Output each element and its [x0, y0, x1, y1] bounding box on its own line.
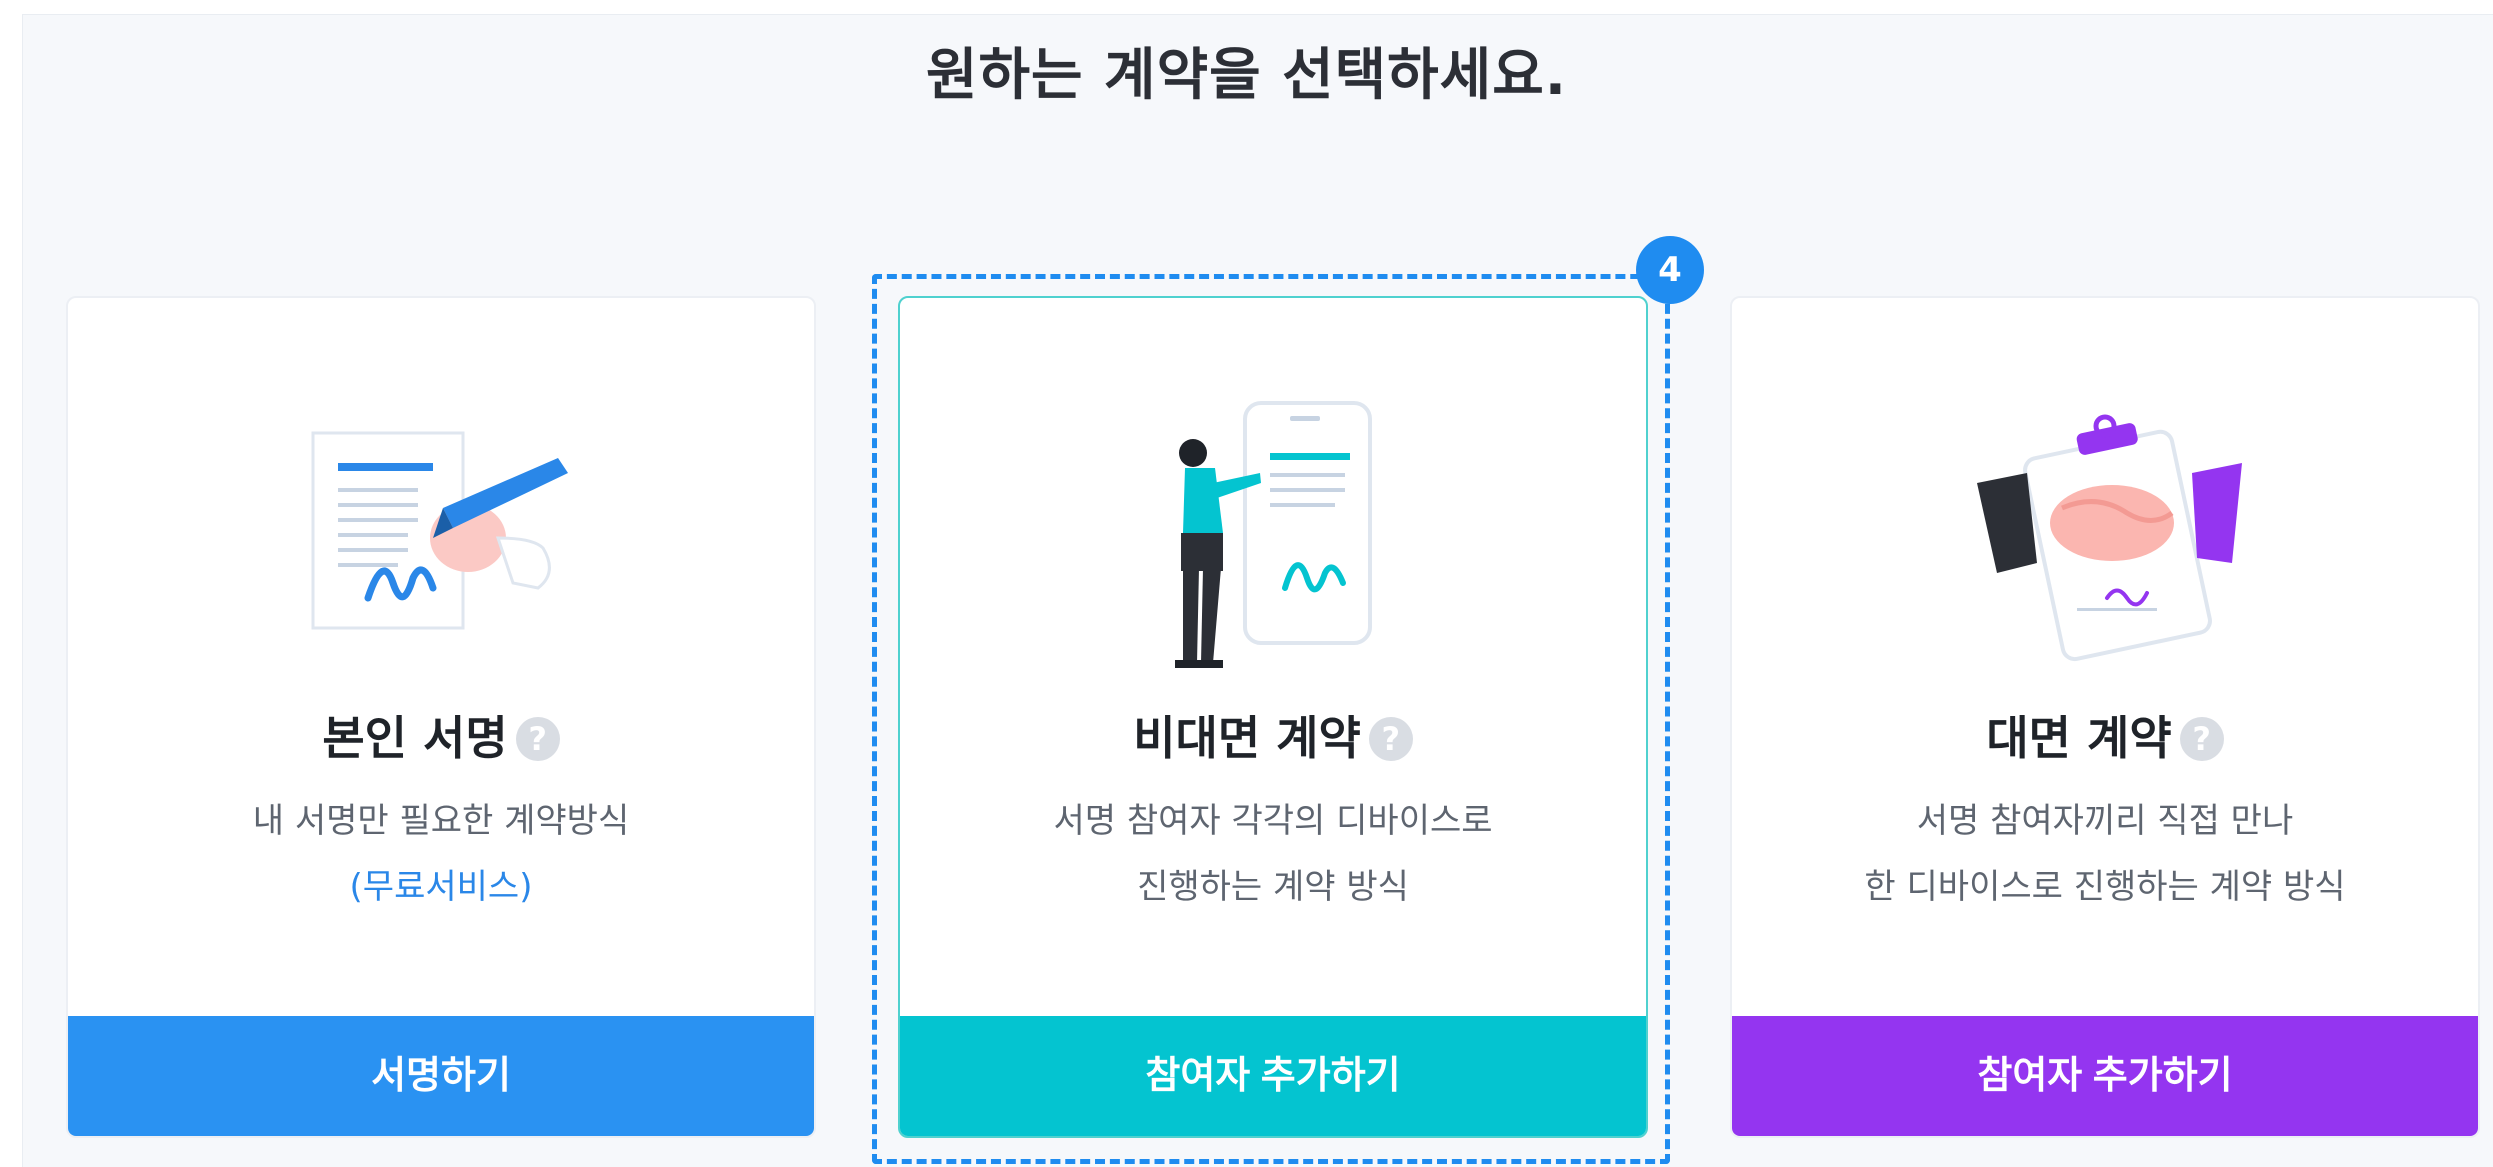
card-in-person-contract[interactable]: 대면 계약? 서명 참여자끼리 직접 만나 한 디바이스로 진행하는 계약 방식…	[1730, 296, 2480, 1138]
highlight-frame	[872, 274, 1670, 1164]
desc-line-1: 서명 참여자끼리 직접 만나	[1916, 801, 2294, 841]
add-participant-button[interactable]: 참여자 추가하기	[1732, 1016, 2478, 1136]
help-icon[interactable]: ?	[2179, 717, 2224, 761]
page-title: 원하는 계약을 선택하세요.	[926, 43, 1567, 108]
card-title: 본인 서명?	[68, 703, 814, 773]
sign-button[interactable]: 서명하기	[68, 1016, 814, 1136]
handshake-contract-icon	[1957, 388, 2257, 688]
card-description: 서명 참여자끼리 직접 만나 한 디바이스로 진행하는 계약 방식	[1732, 788, 2478, 920]
desc-line-1: 내 서명만 필요한 계약방식	[252, 801, 630, 841]
desc-line-2: 한 디바이스로 진행하는 계약 방식	[1864, 867, 2346, 907]
free-service-label: (무료서비스)	[349, 867, 533, 907]
help-icon[interactable]: ?	[515, 717, 560, 761]
card-self-sign[interactable]: 본인 서명? 내 서명만 필요한 계약방식 (무료서비스) 서명하기	[66, 296, 816, 1138]
card-title: 대면 계약?	[1732, 703, 2478, 773]
step-number-badge: 4	[1636, 236, 1704, 304]
signature-document-icon	[293, 388, 593, 688]
card-description: 내 서명만 필요한 계약방식 (무료서비스)	[68, 788, 814, 920]
